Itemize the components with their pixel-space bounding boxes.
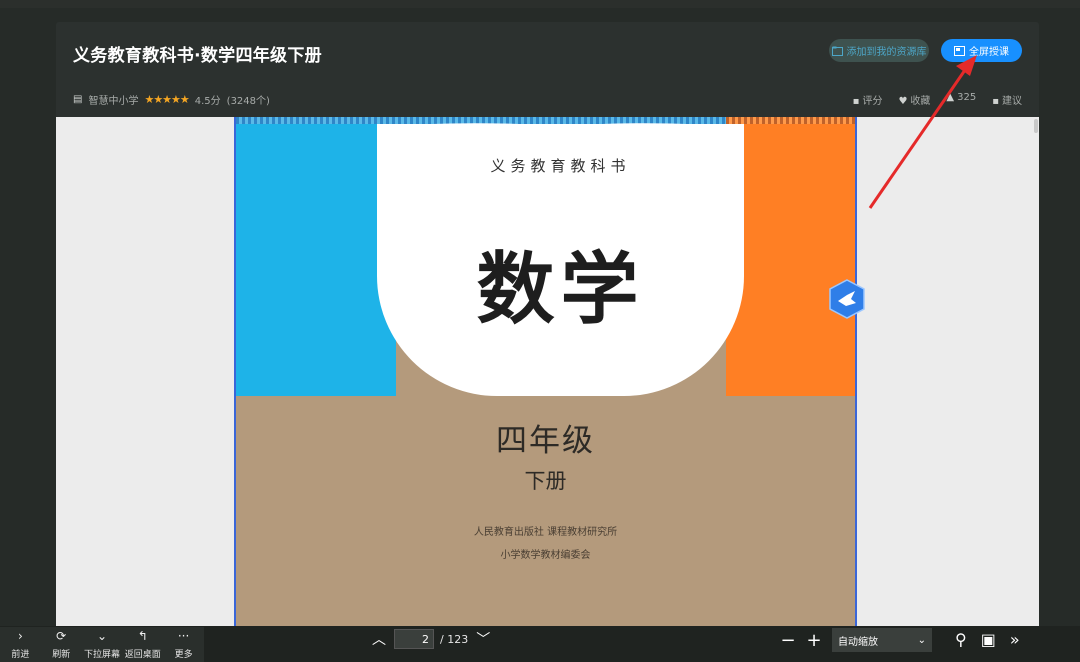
refresh-label: 刷新	[52, 650, 71, 660]
zoom-controls: − + 自动缩放 ⌄	[780, 628, 932, 652]
like-count: 325	[957, 92, 977, 103]
cover-grade: 四年级	[496, 423, 595, 459]
add-to-library-label: 添加到我的资源库	[846, 47, 927, 58]
double-chevron-right-icon[interactable]: »	[1010, 630, 1020, 649]
rating-stars: ★★★★★	[144, 93, 189, 106]
heart-icon: ♥	[898, 96, 908, 107]
book-cover-page: 义务教育教科书 数学 四年级 下册 人民教育出版社 课程教材研究所 小学数学教材…	[234, 117, 857, 626]
cover-book-notch	[377, 123, 744, 127]
zoom-in-icon[interactable]: +	[806, 630, 822, 651]
zoom-mode-value: 自动缩放	[838, 636, 878, 648]
comment-icon: ▪	[852, 96, 860, 107]
viewer-scrollbar[interactable]	[1034, 119, 1038, 133]
forward-icon: ›	[17, 629, 23, 643]
publisher-tag: 智慧中小学	[88, 96, 139, 107]
refresh-icon: ⟳	[56, 629, 67, 643]
refresh-button[interactable]: ⟳ 刷新	[41, 627, 82, 662]
pull-down-button[interactable]: ⌄ 下拉屏幕	[82, 627, 123, 662]
folder-icon	[831, 46, 843, 56]
viewer-tools: ⚲ ▣ »	[955, 630, 1020, 649]
suggest-label: 建议	[1002, 96, 1022, 107]
presentation-icon[interactable]: ▣	[981, 630, 996, 649]
cover-orange-panel	[726, 117, 855, 396]
search-icon[interactable]: ⚲	[955, 630, 967, 649]
cover-series: 义务教育教科书	[490, 157, 631, 175]
page-title: 义务教育教科书·数学四年级下册	[73, 46, 322, 66]
rate-label: 评分	[862, 96, 883, 107]
favorite-button[interactable]: ♥ 收藏	[898, 92, 930, 107]
suggest-button[interactable]: ▪ 建议	[992, 92, 1022, 107]
prev-page-icon[interactable]: ︿	[370, 629, 388, 649]
favorite-label: 收藏	[910, 96, 931, 107]
browser-nav-bar: › 前进 ⟳ 刷新 ⌄ 下拉屏幕 ↰ 返回桌面 ··· 更多	[0, 627, 204, 662]
page-navigator: ︿ / 123 ﹀	[370, 629, 492, 649]
top-band	[0, 0, 1080, 8]
cover-orange-dots	[726, 117, 855, 124]
cover-volume: 下册	[524, 469, 567, 493]
document-viewer[interactable]: 义务教育教科书 数学 四年级 下册 人民教育出版社 课程教材研究所 小学数学教材…	[56, 117, 1039, 626]
rating-count: (3248个)	[226, 96, 270, 107]
like-button[interactable]: ▲ 325	[946, 92, 976, 107]
pull-down-icon: ⌄	[96, 629, 108, 643]
book-actions: ▪ 评分 ♥ 收藏 ▲ 325 ▪ 建议	[853, 92, 1022, 107]
zoom-mode-select[interactable]: 自动缩放 ⌄	[832, 628, 932, 652]
back-to-desktop-label: 返回桌面	[124, 650, 161, 660]
cover-blue-panel	[236, 124, 396, 396]
ellipsis-icon: ···	[177, 629, 190, 643]
pull-down-label: 下拉屏幕	[83, 650, 120, 660]
next-page-icon[interactable]: ﹀	[474, 629, 492, 649]
more-label: 更多	[174, 650, 193, 660]
total-pages: / 123	[440, 632, 469, 646]
back-to-desktop-button[interactable]: ↰ 返回桌面	[122, 627, 163, 662]
cover-subject: 数学	[476, 244, 645, 335]
fullscreen-teach-label: 全屏授课	[969, 47, 1009, 58]
thumbs-up-icon: ▲	[946, 92, 955, 103]
add-to-library-button[interactable]: 添加到我的资源库	[829, 39, 929, 62]
more-button[interactable]: ··· 更多	[163, 627, 204, 662]
cover-editor: 小学数学教材编委会	[500, 550, 591, 561]
forward-label: 前进	[11, 650, 30, 660]
cover-publisher: 人民教育出版社 课程教材研究所	[473, 527, 618, 538]
zoom-out-icon[interactable]: −	[780, 630, 796, 651]
book-icon: ▤	[73, 94, 83, 105]
forward-button[interactable]: › 前进	[0, 627, 41, 662]
rating-value: 4.5分	[194, 96, 221, 107]
feedback-icon: ▪	[992, 96, 999, 107]
return-icon: ↰	[137, 629, 148, 643]
chevron-down-icon: ⌄	[917, 634, 926, 646]
assistant-bird-icon[interactable]	[828, 279, 866, 319]
page-number-input[interactable]	[394, 629, 434, 649]
rate-button[interactable]: ▪ 评分	[853, 92, 883, 107]
fullscreen-teach-button[interactable]: 全屏授课	[941, 39, 1022, 62]
screen-icon	[954, 45, 965, 56]
book-meta: ▤ 智慧中小学 ★★★★★ 4.5分 (3248个)	[73, 92, 270, 107]
